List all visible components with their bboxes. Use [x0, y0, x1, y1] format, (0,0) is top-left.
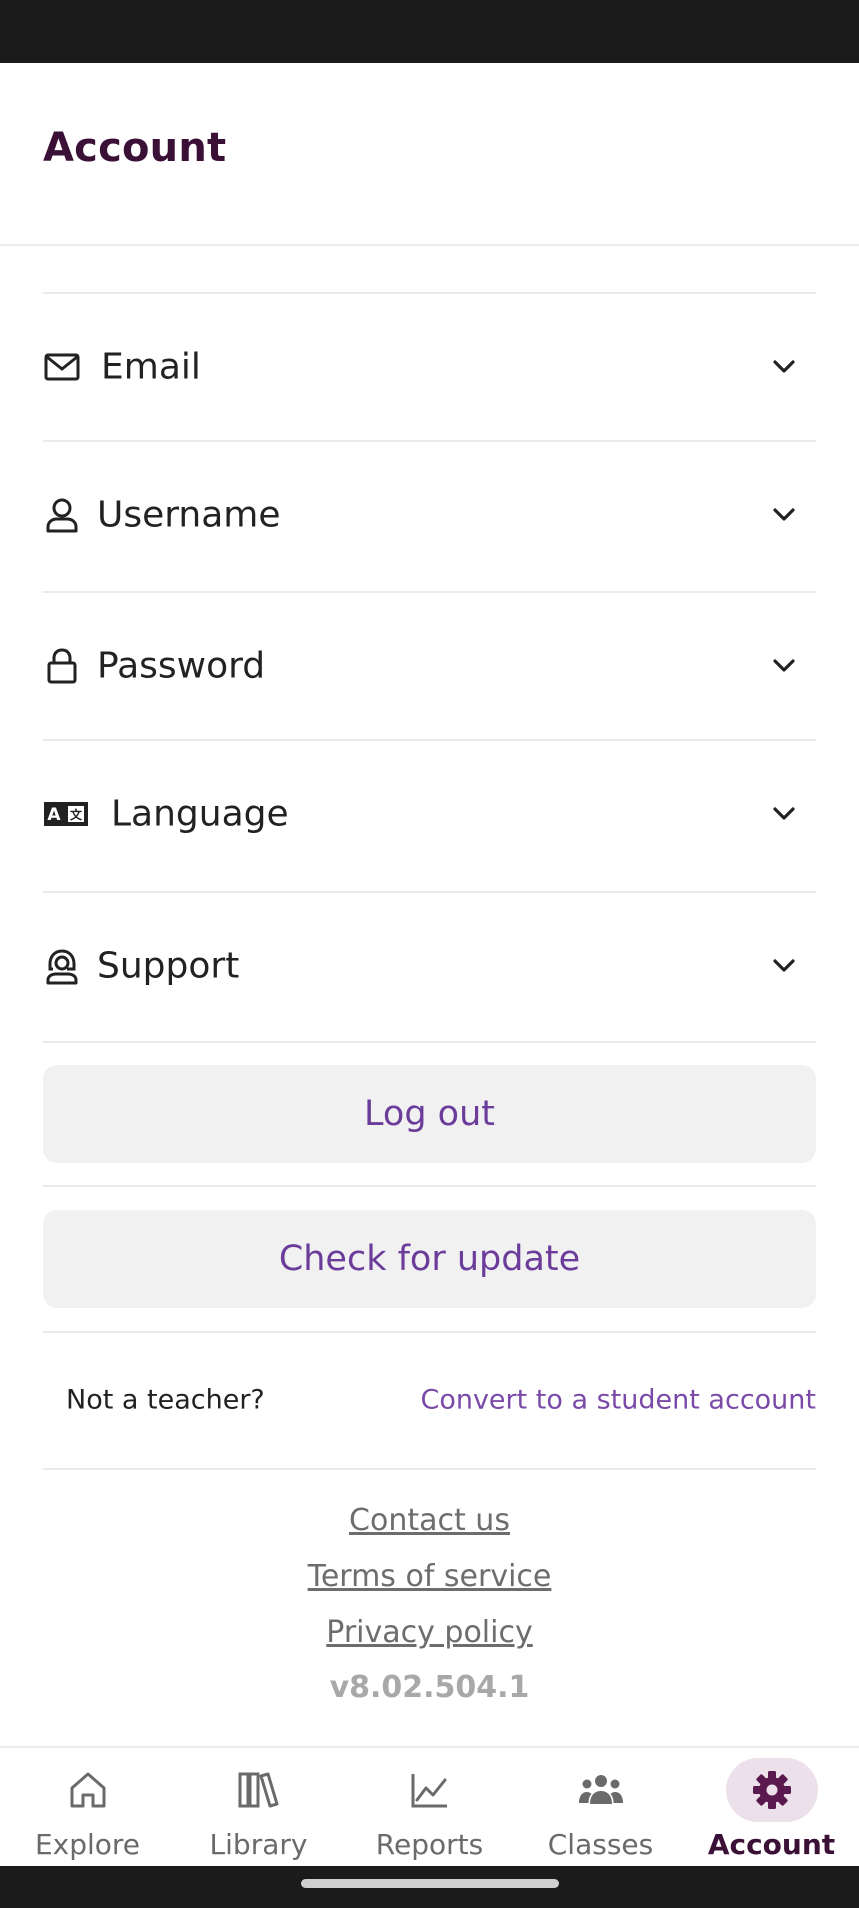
- page-title: Account: [43, 125, 227, 171]
- books-icon: [213, 1758, 305, 1822]
- nav-library[interactable]: Library: [173, 1748, 344, 1868]
- status-bar: [0, 0, 859, 63]
- accordion-email[interactable]: Email: [43, 294, 816, 440]
- chevron-down-icon: [770, 800, 798, 828]
- divider: [43, 1468, 816, 1470]
- lock-icon: [43, 647, 81, 685]
- nav-label: Account: [707, 1828, 836, 1861]
- gear-icon: [725, 1758, 818, 1822]
- translate-icon: A 文: [43, 795, 89, 833]
- accordion-language[interactable]: A 文 Language: [43, 741, 816, 887]
- gesture-bar: [0, 1866, 859, 1908]
- chevron-down-icon: [770, 652, 798, 680]
- svg-text:A: A: [47, 805, 61, 825]
- accordion-label: Support: [97, 945, 240, 987]
- user-icon: [43, 496, 81, 534]
- divider: [43, 1041, 816, 1043]
- privacy-policy-link[interactable]: Privacy policy: [0, 1615, 859, 1650]
- nav-label: Library: [209, 1828, 308, 1861]
- nav-explore[interactable]: Explore: [2, 1748, 173, 1868]
- accordion-support[interactable]: Support: [43, 893, 816, 1039]
- home-icon: [42, 1758, 134, 1822]
- contact-us-link[interactable]: Contact us: [0, 1503, 859, 1538]
- accordion-password[interactable]: Password: [43, 593, 816, 739]
- nav-label: Explore: [34, 1828, 141, 1861]
- accordion-username[interactable]: Username: [43, 442, 816, 588]
- nav-reports[interactable]: Reports: [344, 1748, 515, 1868]
- accordion-label: Password: [97, 645, 266, 687]
- convert-account-row: Not a teacher? Convert to a student acco…: [43, 1370, 816, 1430]
- nav-account[interactable]: Account: [686, 1748, 857, 1868]
- not-teacher-text: Not a teacher?: [66, 1384, 265, 1416]
- nav-label: Reports: [375, 1828, 484, 1861]
- logout-button[interactable]: Log out: [43, 1065, 816, 1163]
- chevron-down-icon: [770, 501, 798, 529]
- chevron-down-icon: [770, 353, 798, 381]
- divider: [43, 1331, 816, 1333]
- nav-label: Classes: [547, 1828, 654, 1861]
- chart-icon: [384, 1758, 476, 1822]
- mail-icon: [43, 348, 81, 386]
- divider: [43, 1185, 816, 1187]
- accordion-label: Language: [111, 793, 289, 835]
- svg-text:文: 文: [70, 807, 83, 822]
- terms-of-service-link[interactable]: Terms of service: [0, 1559, 859, 1594]
- support-icon: [43, 947, 81, 985]
- accordion-label: Email: [101, 346, 201, 388]
- page-header: Account: [0, 63, 859, 246]
- accordion-label: Username: [97, 494, 281, 536]
- people-icon: [555, 1758, 647, 1822]
- check-update-button[interactable]: Check for update: [43, 1210, 816, 1308]
- convert-student-link[interactable]: Convert to a student account: [420, 1385, 816, 1416]
- nav-classes[interactable]: Classes: [515, 1748, 686, 1868]
- bottom-nav: Explore Library Reports Classes Account: [0, 1746, 859, 1868]
- home-handle[interactable]: [301, 1879, 559, 1888]
- app-version: v8.02.504.1: [329, 1670, 530, 1705]
- chevron-down-icon: [770, 952, 798, 980]
